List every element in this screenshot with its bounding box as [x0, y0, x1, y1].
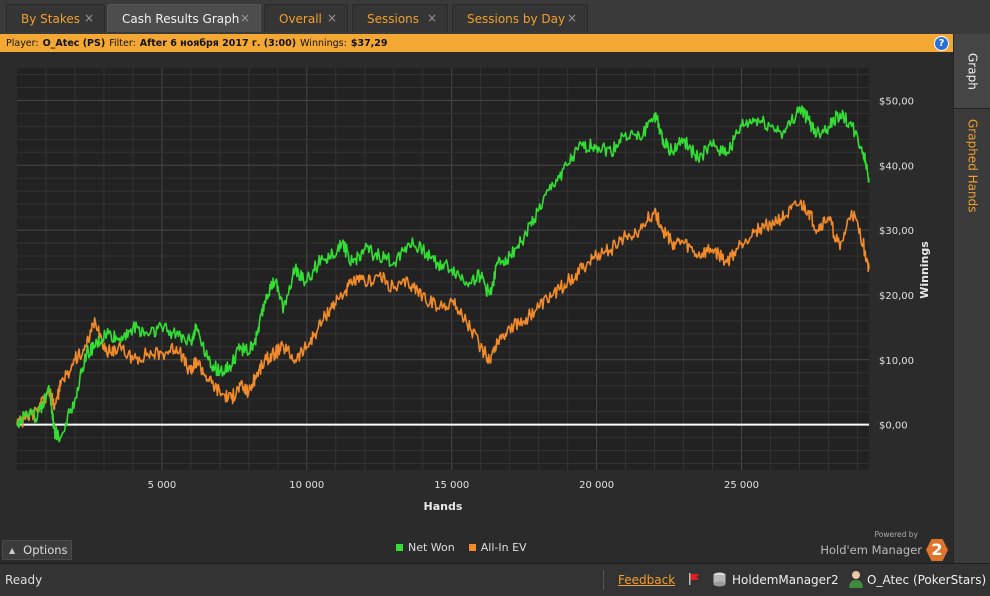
legend-item-net-won: Net Won [396, 541, 455, 554]
database-label: HoldemManager2 [732, 573, 839, 587]
y-tick-label: $20,00 [879, 291, 914, 302]
tab-sessions[interactable]: Sessions × [352, 4, 448, 32]
flag-icon[interactable] [688, 573, 700, 585]
hm2-logo-icon: 2 [926, 539, 948, 561]
x-axis: 5 000 10 000 15 000 20 000 25 000 [148, 480, 759, 491]
x-axis-label: Hands [424, 500, 463, 513]
y-tick-label: $40,00 [879, 161, 914, 172]
player-label: Player: [6, 37, 39, 49]
filter-value: After 6 ноября 2017 г. (3:00) [139, 37, 297, 49]
feedback-link[interactable]: Feedback [618, 573, 675, 587]
x-tick-label: 15 000 [434, 480, 469, 491]
legend-swatch [468, 544, 476, 551]
status-bar: Ready Feedback HoldemManager2 O_Atec (Po… [0, 563, 990, 596]
help-icon[interactable]: ? [934, 36, 949, 51]
winnings-value: $37,29 [350, 37, 388, 49]
legend-label: Net Won [408, 541, 455, 554]
tab-strip: By Stakes × Cash Results Graph × Overall… [0, 0, 990, 35]
player-value: O_Atec (PS) [42, 37, 106, 49]
x-tick-label: 25 000 [724, 480, 759, 491]
legend-label: All-In EV [480, 541, 527, 554]
legend-item-all-in-ev: All-In EV [468, 541, 527, 554]
tab-by-stakes[interactable]: By Stakes × [6, 4, 105, 32]
filter-label: Filter: [109, 37, 136, 49]
options-button[interactable]: ▲ Options [2, 540, 72, 560]
x-tick-label: 10 000 [289, 480, 324, 491]
close-icon[interactable]: × [567, 11, 577, 25]
chart-legend: Net Won All-In EV [396, 541, 527, 554]
winnings-label: Winnings: [300, 37, 347, 49]
tab-label: Sessions by Day [467, 11, 566, 26]
tab-label: Cash Results Graph [122, 11, 240, 26]
powered-by: Powered by Hold'em Manager 2 [820, 530, 948, 561]
y-tick-label: $50,00 [879, 96, 914, 107]
y-tick-label: $0,00 [879, 421, 908, 432]
y-axis-label: Winnings [918, 241, 931, 299]
legend-swatch [396, 544, 403, 551]
results-chart: $0,00 $10,00 $20,00 $30,00 $40,00 $50,00 5 00… [16, 68, 931, 513]
tab-label: By Stakes [21, 11, 80, 26]
y-tick-label: $30,00 [879, 226, 914, 237]
side-tab-graphed-hands[interactable]: Graphed Hands [954, 110, 990, 222]
status-text: Ready [5, 573, 43, 587]
close-icon[interactable]: × [84, 11, 94, 25]
close-icon[interactable]: × [240, 11, 250, 25]
close-icon[interactable]: × [327, 11, 337, 25]
filter-info-bar: Player: O_Atec (PS) Filter: After 6 нояб… [0, 34, 953, 52]
separator [603, 570, 604, 590]
x-tick-label: 5 000 [148, 480, 177, 491]
user-label: O_Atec (PokerStars) [867, 573, 987, 587]
tab-label: Overall [279, 11, 322, 26]
chevron-up-icon: ▲ [9, 545, 16, 555]
tab-sessions-by-day[interactable]: Sessions by Day × [452, 4, 588, 32]
options-label: Options [23, 543, 68, 557]
side-tab-label: Graphed Hands [965, 119, 980, 213]
side-tab-graph[interactable]: Graph [954, 34, 990, 109]
side-tab-label: Graph [965, 52, 980, 90]
powered-by-label: Powered by [874, 530, 918, 539]
graph-panel: $0,00 $10,00 $20,00 $30,00 $40,00 $50,00 5 00… [0, 52, 953, 563]
tab-label: Sessions [367, 11, 420, 26]
y-axis: $0,00 $10,00 $20,00 $30,00 $40,00 $50,00 [879, 96, 914, 431]
tab-cash-results-graph[interactable]: Cash Results Graph × [107, 4, 261, 32]
close-icon[interactable]: × [427, 11, 437, 25]
side-tab-strip: Graph Graphed Hands [953, 34, 990, 563]
brand-name: Hold'em Manager [820, 543, 922, 557]
database-icon[interactable] [713, 572, 726, 587]
user-icon[interactable] [848, 570, 864, 588]
tab-overall[interactable]: Overall × [264, 4, 348, 32]
x-tick-label: 20 000 [579, 480, 614, 491]
y-tick-label: $10,00 [879, 356, 914, 367]
